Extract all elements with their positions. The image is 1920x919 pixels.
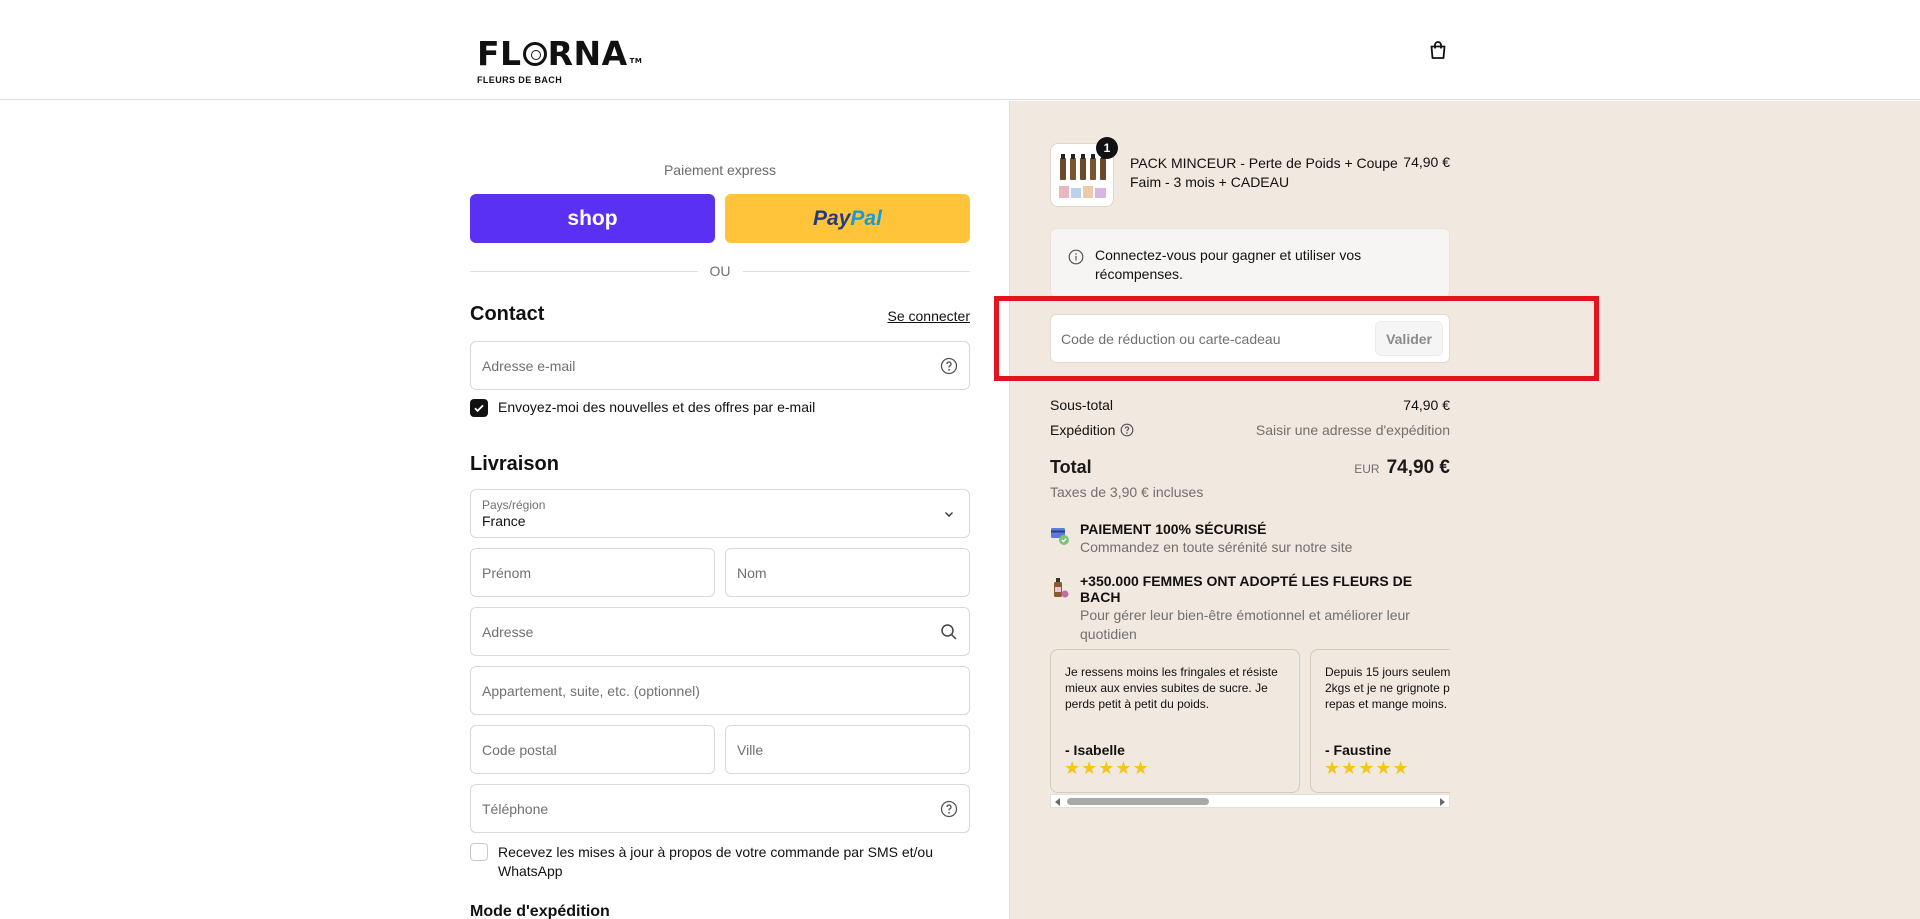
brand-logo[interactable]: FL RNA TM FLEURS DE BACH [477, 30, 642, 86]
discount-highlight-box [994, 296, 1599, 381]
express-checkout-title: Paiement express [663, 162, 777, 178]
secure-payment-badge: PAIEMENT 100% SÉCURISÉ Commandez en tout… [1050, 521, 1450, 557]
help-circle-icon[interactable] [940, 800, 958, 818]
sms-option[interactable]: Recevez les mises à jour à propos de vot… [470, 843, 970, 881]
lastname-input[interactable] [737, 564, 958, 581]
contact-title: Contact [470, 303, 545, 325]
carousel-scrollbar[interactable] [1050, 794, 1450, 808]
apartment-input[interactable] [482, 682, 958, 699]
shipping-method-title: Mode d'expédition [470, 903, 610, 919]
scroll-right-arrow-icon[interactable] [1440, 798, 1445, 806]
paypal-button[interactable]: Pay Pal [725, 194, 970, 243]
customers-badge: +350.000 FEMMES ONT ADOPTÉ LES FLEURS DE… [1050, 573, 1450, 644]
phone-field[interactable] [470, 784, 970, 833]
email-field[interactable] [470, 341, 970, 390]
check-icon [474, 404, 484, 413]
login-link[interactable]: Se connecter [888, 308, 971, 324]
apartment-field[interactable] [470, 666, 970, 715]
star-rating: ★★★★★ [1064, 758, 1150, 778]
sms-checkbox[interactable] [470, 843, 488, 861]
rewards-banner[interactable]: Connectez-vous pour gagner et utiliser v… [1050, 228, 1450, 298]
shipping-row: Expédition Saisir une adresse d'expéditi… [1050, 422, 1450, 438]
city-input[interactable] [737, 741, 958, 758]
subtotal-row: Sous-total 74,90 € [1050, 397, 1450, 413]
address-input[interactable] [482, 623, 940, 640]
bottle-icon [1054, 578, 1069, 598]
help-circle-icon[interactable] [940, 357, 958, 375]
brand-subtitle: FLEURS DE BACH [477, 75, 563, 85]
quantity-badge: 1 [1096, 137, 1118, 159]
firstname-input[interactable] [482, 564, 703, 581]
lastname-field[interactable] [725, 548, 970, 597]
chevron-down-icon [945, 512, 953, 517]
secure-card-icon [1051, 528, 1069, 545]
info-icon [1068, 249, 1084, 265]
scrollbar-thumb[interactable] [1067, 798, 1209, 805]
tax-note: Taxes de 3,90 € incluses [1050, 484, 1204, 500]
newsletter-option[interactable]: Envoyez-moi des nouvelles et des offres … [470, 399, 815, 417]
shop-pay-button[interactable]: shop [470, 194, 715, 243]
reviews-carousel[interactable]: Je ressens moins les fringales et résist… [1050, 649, 1450, 810]
address-field[interactable] [470, 607, 970, 656]
logo-flower-icon [522, 42, 547, 66]
review-card: Depuis 15 jours seulement j'ai perdu 2kg… [1310, 649, 1450, 793]
star-rating: ★★★★★ [1324, 758, 1410, 778]
product-price: 74,90 € [1403, 154, 1450, 170]
city-field[interactable] [725, 725, 970, 774]
or-divider: OU [470, 262, 970, 280]
total-amount: 74,90 € [1386, 457, 1450, 478]
total-row: Total EUR 74,90 € [1050, 457, 1450, 478]
email-input[interactable] [482, 357, 940, 374]
postal-code-field[interactable] [470, 725, 715, 774]
product-name: PACK MINCEUR - Perte de Poids + Coupe Fa… [1130, 155, 1398, 190]
search-icon [941, 623, 957, 640]
delivery-title: Livraison [470, 453, 559, 475]
header: FL RNA TM FLEURS DE BACH [0, 0, 1920, 100]
shopping-bag-icon[interactable] [1428, 40, 1448, 60]
firstname-field[interactable] [470, 548, 715, 597]
postal-code-input[interactable] [482, 741, 703, 758]
country-select[interactable]: Pays/région France [470, 489, 970, 538]
scroll-left-arrow-icon[interactable] [1055, 798, 1060, 806]
phone-input[interactable] [482, 800, 940, 817]
newsletter-checkbox[interactable] [470, 399, 488, 417]
help-circle-icon[interactable] [1120, 423, 1134, 437]
review-card: Je ressens moins les fringales et résist… [1050, 649, 1300, 793]
